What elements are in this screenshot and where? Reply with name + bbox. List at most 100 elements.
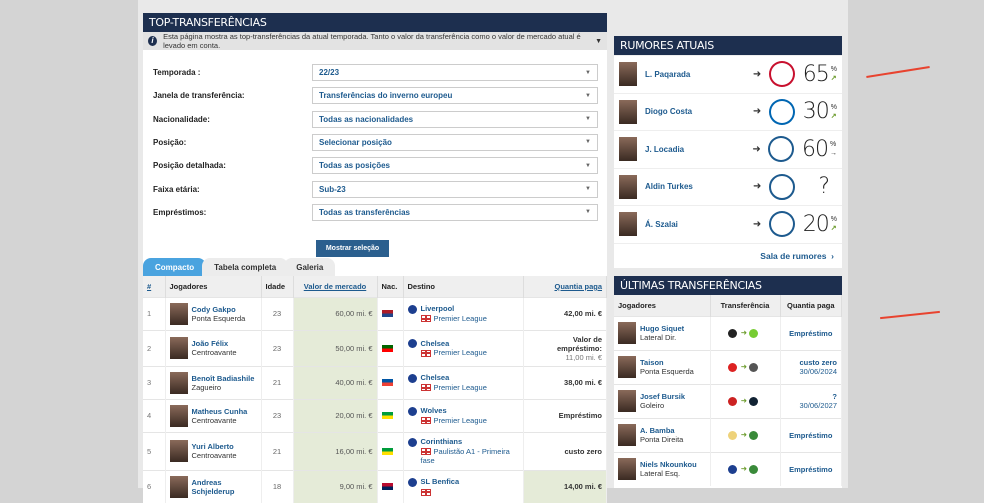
- percent-sign: %: [830, 66, 837, 74]
- player-name[interactable]: Yuri Alberto: [192, 442, 237, 451]
- club-crest-icon: [768, 136, 795, 163]
- destination-league[interactable]: Paulistão A1 - Primeira fase: [421, 447, 510, 465]
- filter-select[interactable]: Todas as posições ▼: [312, 157, 598, 175]
- nationality-flag-icon: [381, 310, 393, 317]
- trend-arrow-icon: ↗: [830, 75, 837, 83]
- tab-full-table[interactable]: Tabela completa: [202, 258, 289, 276]
- destination-club[interactable]: Chelsea: [421, 339, 450, 348]
- expand-icon[interactable]: ▼: [595, 38, 602, 45]
- market-value: 50,00 mi. €: [293, 329, 378, 366]
- club-crest-icon: [407, 437, 417, 447]
- league-flag-icon: [420, 349, 431, 357]
- latest-table: Jogadores Transferência Quantia paga Hugo …: [614, 295, 842, 486]
- player-name[interactable]: J. Locadia: [645, 145, 752, 154]
- probability: ?: [818, 174, 830, 200]
- rumor-item[interactable]: L. Paqarada ➜ 65% ↗: [614, 55, 842, 93]
- show-selection-button[interactable]: Mostrar seleção: [316, 240, 389, 257]
- tab-gallery[interactable]: Galeria: [284, 258, 336, 276]
- destination-club[interactable]: SL Benfica: [421, 477, 460, 486]
- player-name[interactable]: A. Bamba: [640, 426, 683, 435]
- filter-label: Janela de transferência:: [153, 91, 245, 101]
- rank: 5: [143, 431, 166, 470]
- col-fee: Quantia paga: [780, 295, 842, 316]
- rumor-item[interactable]: J. Locadia ➜ 60% →: [614, 130, 842, 168]
- dropdown-arrow-icon: ▼: [585, 186, 591, 192]
- filter-label: Empréstimos:: [153, 207, 207, 217]
- player-name[interactable]: Benoît Badiashile: [192, 374, 255, 383]
- arrow-right-icon: ➜: [752, 218, 762, 230]
- destination-league[interactable]: Premier League: [434, 348, 487, 357]
- filter-select[interactable]: Sub-23 ▼: [312, 180, 598, 198]
- dropdown-arrow-icon: ▼: [585, 92, 591, 99]
- sort-rank[interactable]: #: [147, 282, 151, 291]
- player-name[interactable]: Cody Gakpo: [192, 305, 246, 314]
- club-crest-icon: [407, 373, 417, 383]
- player-name[interactable]: Taison: [640, 358, 694, 367]
- col-age: Idade: [261, 276, 294, 297]
- destination-league[interactable]: Premier League: [434, 314, 487, 323]
- fee-detail: 11,00 mi. €: [565, 352, 602, 362]
- player-name[interactable]: L. Paqarada: [645, 70, 753, 79]
- player-position: Ponta Esquerda: [640, 367, 694, 376]
- table-row: 3 Benoît Badiashile Zagueiro 21 40,00 mi.…: [143, 365, 607, 399]
- arrow-right-icon: ➜: [740, 430, 748, 440]
- filter-select[interactable]: Todas as nacionalidades ▼: [312, 110, 598, 128]
- player-photo: [169, 302, 188, 325]
- player-name[interactable]: Andreas Schjelderup: [192, 478, 257, 496]
- market-value: 40,00 mi. €: [293, 365, 378, 399]
- destination-club[interactable]: Liverpool: [421, 304, 455, 313]
- player-photo: [169, 404, 188, 427]
- filter-select[interactable]: 22/23 ▼: [312, 64, 598, 81]
- rumors-room-label: Sala de rumores: [760, 251, 827, 261]
- rumors-room-link[interactable]: Sala de rumores ›: [614, 242, 842, 269]
- player-name[interactable]: Diogo Costa: [645, 107, 753, 116]
- player-name[interactable]: Matheus Cunha: [192, 407, 248, 416]
- arrow-right-icon: ➜: [752, 68, 762, 80]
- filter-select[interactable]: Transferências do inverno europeu ▼: [312, 87, 598, 105]
- col-destination: Destino: [403, 276, 524, 297]
- dropdown-arrow-icon: ▼: [585, 139, 591, 146]
- sort-market-value[interactable]: Valor de mercado: [304, 282, 367, 291]
- filter-select[interactable]: Selecionar posição ▼: [312, 133, 598, 151]
- fee: 38,00 mi. €: [564, 378, 602, 387]
- rumor-item[interactable]: Á. Szalai ➜ 20% ↗: [614, 205, 842, 243]
- probability: 30: [802, 99, 830, 125]
- filter-select[interactable]: Todas as transferências ▼: [312, 203, 598, 221]
- fee: Empréstimo: [789, 464, 833, 474]
- sort-fee[interactable]: Quantia paga: [554, 282, 602, 291]
- rumors-panel: RUMORES ATUAIS L. Paqarada ➜ 65% ↗ Diogo Cos…: [614, 36, 842, 268]
- player-name[interactable]: Josef Bursik: [640, 392, 685, 401]
- destination-league[interactable]: Premier League: [434, 383, 487, 392]
- info-bar[interactable]: i Esta página mostra as top-transferência…: [143, 32, 607, 50]
- destination-club[interactable]: Wolves: [421, 406, 447, 415]
- player-name[interactable]: João Félix: [192, 339, 237, 348]
- arrow-right-icon: ➜: [740, 464, 748, 474]
- destination-club[interactable]: Chelsea: [421, 373, 450, 382]
- club-crest-icon: [407, 478, 417, 487]
- filter-row: Nacionalidade: Todas as nacionalidades ▼: [153, 110, 598, 129]
- trend-arrow-icon: ↗: [830, 225, 837, 233]
- fee: 42,00 mi. €: [564, 309, 602, 318]
- tab-compact[interactable]: Compacto: [143, 258, 207, 276]
- annotation-arrow: [880, 310, 940, 320]
- club-crest-icon: [768, 211, 795, 238]
- rumor-item[interactable]: Diogo Costa ➜ 30% ↗: [614, 92, 842, 131]
- destination-league[interactable]: Premier League: [434, 416, 487, 425]
- player-name[interactable]: Á. Szalai: [645, 220, 753, 229]
- rumor-item[interactable]: Aldin Turkes ➜?: [614, 167, 842, 206]
- nationality-flag-icon: [381, 447, 393, 455]
- from-club-icon: [727, 430, 737, 440]
- age: 21: [261, 365, 294, 399]
- destination-club[interactable]: Corinthians: [421, 437, 463, 446]
- player-name[interactable]: Aldin Turkes: [645, 182, 753, 191]
- table-row: 1 Cody Gakpo Ponta Esquerda 23 60,00 mi. …: [143, 296, 607, 330]
- arrow-right-icon: ➜: [740, 362, 748, 372]
- player-name[interactable]: Hugo Siquet: [640, 324, 684, 333]
- from-club-icon: [727, 465, 737, 474]
- fee: Valor de empréstimo:: [556, 334, 602, 353]
- rank: 1: [143, 296, 166, 330]
- league-flag-icon: [420, 417, 431, 425]
- filter-value: 22/23: [319, 68, 340, 77]
- league-flag-icon: [420, 384, 431, 392]
- player-name[interactable]: Niels Nkounkou: [640, 460, 697, 469]
